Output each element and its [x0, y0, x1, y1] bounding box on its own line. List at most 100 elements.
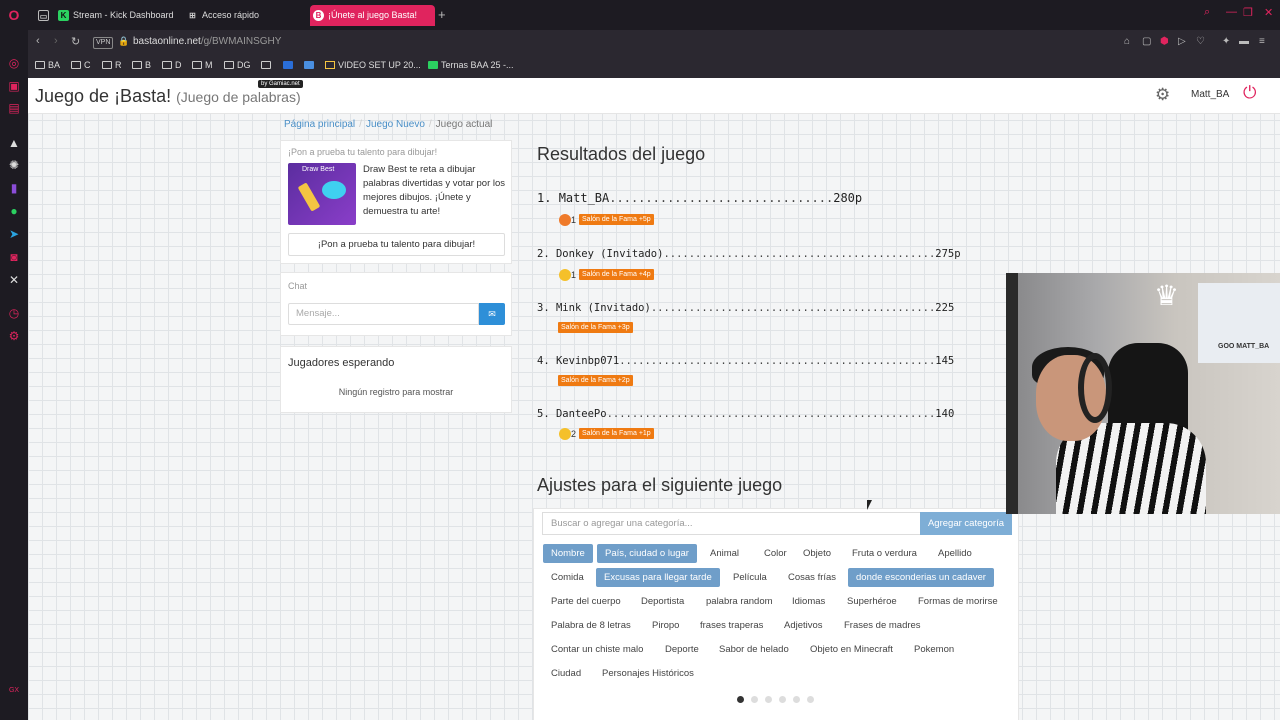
category-chip[interactable]: Contar un chiste malo	[543, 640, 651, 659]
back-icon[interactable]: ‹	[36, 35, 40, 47]
category-chip[interactable]: Color	[756, 544, 795, 563]
tab-basta-active[interactable]: B ¡Únete al juego Basta!	[310, 5, 435, 26]
category-chip[interactable]: Nombre	[543, 544, 593, 563]
bookmark-folder[interactable]: C	[71, 60, 91, 70]
bookmark-ternas[interactable]: Ternas BAA 25 -...	[428, 60, 514, 70]
page-title[interactable]: Juego de ¡Basta! (Juego de palabras)	[35, 86, 301, 107]
category-chip[interactable]: Objeto	[795, 544, 839, 563]
snapshot-icon[interactable]: ▢	[1142, 36, 1151, 47]
player-icon[interactable]: ▤	[7, 101, 21, 115]
breadcrumb-home[interactable]: Página principal	[284, 119, 355, 130]
bookmark-site[interactable]	[283, 60, 296, 70]
settings-icon[interactable]: ⚙	[7, 329, 21, 343]
opera-logo-icon[interactable]: O	[7, 8, 21, 22]
tab-kick-dashboard[interactable]: K Stream - Kick Dashboard	[55, 5, 179, 26]
category-chip[interactable]: Pokemon	[906, 640, 962, 659]
heart-icon[interactable]: ♡	[1196, 36, 1205, 47]
vpn-shield-icon[interactable]: ⬢	[1160, 36, 1169, 47]
chat-message-input[interactable]: Mensaje...	[288, 303, 479, 325]
chat-send-button[interactable]: ✉	[479, 303, 505, 325]
aria-icon[interactable]: ◎	[7, 56, 21, 70]
category-chip[interactable]: Fruta o verdura	[844, 544, 925, 563]
category-chip[interactable]: Apellido	[930, 544, 980, 563]
category-chip[interactable]: Formas de morirse	[910, 592, 1006, 611]
category-chip[interactable]: Parte del cuerpo	[543, 592, 629, 611]
pager-dot[interactable]	[751, 696, 758, 703]
chatgpt-icon[interactable]: ✺	[7, 158, 21, 172]
pager-dot[interactable]	[793, 696, 800, 703]
bookmark-page-icon[interactable]: ⌂	[1124, 36, 1130, 47]
vpn-badge[interactable]: VPN	[93, 37, 114, 49]
search-tabs-icon[interactable]: ⌕	[1204, 6, 1210, 19]
category-chip[interactable]: Objeto en Minecraft	[802, 640, 901, 659]
extensions-icon[interactable]: ✦	[1222, 36, 1230, 47]
menu-icon[interactable]: ≡	[1259, 36, 1265, 47]
bookmark-folder[interactable]: BA	[35, 60, 60, 70]
category-chip[interactable]: Excusas para llegar tarde	[596, 568, 720, 587]
bookmark-folder[interactable]: D	[162, 60, 182, 70]
profile-icon[interactable]: ▬	[1239, 36, 1249, 47]
category-chip[interactable]: Palabra de 8 letras	[543, 616, 639, 635]
bookmark-site[interactable]	[304, 60, 317, 70]
surprised-emoji-icon[interactable]	[559, 268, 571, 281]
category-chip[interactable]: Piropo	[644, 616, 687, 635]
player-play-icon[interactable]: ▷	[1178, 36, 1186, 47]
category-chip[interactable]: Sabor de helado	[711, 640, 797, 659]
bookmark-video-setup[interactable]: VIDEO SET UP 20...	[325, 60, 421, 70]
category-chip[interactable]: Animal	[702, 544, 747, 563]
bookmark-folder[interactable]: M	[192, 60, 213, 70]
telegram-icon[interactable]: ➤	[7, 227, 21, 241]
instagram-icon[interactable]: ◙	[7, 250, 21, 264]
bookmark-folder[interactable]: R	[102, 60, 122, 70]
tab-workspace-icon[interactable]: ▭	[35, 5, 53, 26]
url-field[interactable]: bastaonline.net/g/BWMAINSGHY	[133, 36, 281, 47]
gamiac-badge[interactable]: by Gamiac.net	[258, 80, 303, 88]
category-chip[interactable]: Comida	[543, 568, 592, 587]
pager-dot[interactable]	[737, 696, 744, 703]
reload-icon[interactable]: ↻	[71, 35, 80, 48]
twitch-icon[interactable]: ▮	[7, 181, 21, 195]
tab-acceso-rapido[interactable]: ⊞ Acceso rápido	[184, 5, 308, 26]
pager-dot[interactable]	[807, 696, 814, 703]
category-chip[interactable]: Adjetivos	[776, 616, 831, 635]
gx-icon[interactable]: GX	[7, 684, 21, 698]
pager-dot[interactable]	[765, 696, 772, 703]
angry-emoji-icon[interactable]	[559, 213, 571, 226]
power-icon[interactable]: ⏻	[1243, 83, 1256, 103]
category-chip[interactable]: palabra random	[698, 592, 781, 611]
gear-icon[interactable]: ⚙	[1155, 85, 1170, 105]
category-chip[interactable]: Deporte	[657, 640, 707, 659]
history-icon[interactable]: ◷	[7, 306, 21, 320]
category-chip[interactable]: donde esconderias un cadaver	[848, 568, 994, 587]
category-chip[interactable]: Superhéroe	[839, 592, 905, 611]
bookmark-folder[interactable]: DG	[224, 60, 251, 70]
category-chip[interactable]: País, ciudad o lugar	[597, 544, 697, 563]
whatsapp-icon[interactable]: ●	[7, 204, 21, 218]
minimize-icon[interactable]: —	[1226, 6, 1237, 18]
forward-icon[interactable]: ›	[54, 35, 58, 47]
crypto-wallet-icon[interactable]: ▣	[7, 79, 21, 93]
pager-dot[interactable]	[779, 696, 786, 703]
maximize-icon[interactable]: ❐	[1243, 6, 1253, 19]
laughing-emoji-icon[interactable]	[559, 427, 571, 440]
category-chip[interactable]: frases traperas	[692, 616, 771, 635]
draw-best-image[interactable]: Draw Best	[288, 163, 356, 225]
bookmark-folder[interactable]: B	[132, 60, 151, 70]
category-chip[interactable]: Cosas frías	[780, 568, 844, 587]
category-chip[interactable]: Ciudad	[543, 664, 589, 683]
category-chip[interactable]: Frases de madres	[836, 616, 929, 635]
category-search-input[interactable]: Buscar o agregar una categoría...	[542, 512, 921, 535]
category-chip[interactable]: Personajes Históricos	[594, 664, 702, 683]
bookmark-folder[interactable]	[261, 60, 274, 70]
promo-button[interactable]: ¡Pon a prueba tu talento para dibujar!	[288, 233, 505, 256]
username-label[interactable]: Matt_BA	[1191, 89, 1229, 100]
category-chip[interactable]: Película	[725, 568, 775, 587]
kick-icon[interactable]: ▲	[7, 136, 21, 150]
breadcrumb-new-game[interactable]: Juego Nuevo	[366, 119, 425, 130]
close-icon[interactable]: ✕	[1264, 6, 1273, 19]
category-chip[interactable]: Deportista	[633, 592, 692, 611]
new-tab-button[interactable]: +	[438, 6, 446, 24]
category-chip[interactable]: Idiomas	[784, 592, 833, 611]
x-twitter-icon[interactable]: ✕	[7, 273, 21, 287]
add-category-button[interactable]: Agregar categoría	[920, 512, 1012, 535]
